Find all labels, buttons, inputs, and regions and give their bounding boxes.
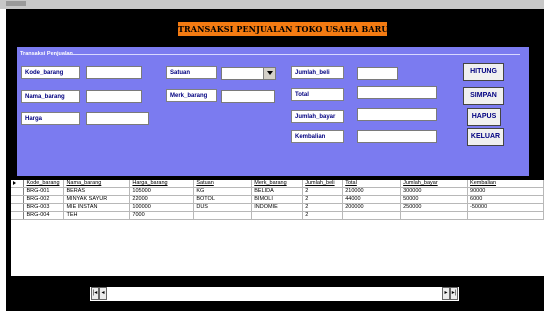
grid-header-row: Kode_barang Nama_barang Harga_barang Sat… (11, 180, 544, 188)
jumlah-beli-label: Jumlah_beli (291, 66, 344, 79)
satuan-dropdown[interactable] (221, 67, 276, 80)
previous-record-icon[interactable]: ◂ (99, 287, 107, 300)
record-selector[interactable] (11, 180, 25, 188)
harga-field[interactable] (86, 112, 149, 125)
column-header[interactable]: Merk_barang (251, 180, 304, 188)
table-cell[interactable]: MINYAK SAYUR (63, 195, 131, 204)
table-cell[interactable]: 100000 (129, 203, 195, 212)
column-header[interactable]: Total (342, 180, 402, 188)
table-cell[interactable] (251, 211, 304, 220)
column-header[interactable]: Harga_barang (129, 180, 195, 188)
kembalian-field[interactable] (357, 130, 437, 143)
table-cell[interactable]: BERAS (63, 187, 131, 196)
table-cell[interactable] (467, 211, 544, 220)
table-cell[interactable] (342, 211, 402, 220)
merk-barang-field[interactable] (221, 90, 275, 103)
table-row[interactable]: BRG-001 BERAS 105000 KG BELIDA 2 210000 … (11, 187, 544, 196)
total-field[interactable] (357, 86, 437, 99)
table-cell[interactable]: 2 (302, 203, 344, 212)
table-cell[interactable]: TEH (63, 211, 131, 220)
column-header[interactable]: Kode_barang (23, 180, 65, 188)
harga-label: Harga (21, 112, 80, 125)
satuan-label: Satuan (166, 66, 217, 79)
table-cell[interactable]: BRG-003 (23, 203, 65, 212)
table-cell[interactable]: -50000 (467, 203, 544, 212)
table-cell[interactable]: 210000 (342, 187, 402, 196)
page-title: TRANSAKSI PENJUALAN TOKO USAHA BARU (177, 21, 388, 37)
table-cell[interactable]: 90000 (467, 187, 544, 196)
table-row[interactable]: BRG-004 TEH 7000 2 (11, 211, 544, 220)
simpan-button[interactable]: SIMPAN (463, 87, 504, 105)
table-cell[interactable]: BELIDA (251, 187, 304, 196)
table-cell[interactable] (400, 211, 469, 220)
table-cell[interactable]: DUS (193, 203, 253, 212)
table-cell[interactable]: BRG-004 (23, 211, 65, 220)
table-cell[interactable]: MIE INSTAN (63, 203, 131, 212)
table-cell[interactable]: KG (193, 187, 253, 196)
table-cell[interactable] (193, 211, 253, 220)
title-strip (0, 0, 544, 9)
nama-barang-label: Nama_barang (21, 90, 80, 103)
table-cell[interactable]: 2 (302, 187, 344, 196)
column-header[interactable]: Kembalian (467, 180, 544, 188)
table-cell[interactable]: 2 (302, 195, 344, 204)
table-cell[interactable]: 22000 (129, 195, 195, 204)
table-cell[interactable]: BRG-002 (23, 195, 65, 204)
table-cell[interactable]: 250000 (400, 203, 469, 212)
table-cell[interactable]: 44000 (342, 195, 402, 204)
column-header[interactable]: Jumlah_bayar (400, 180, 469, 188)
column-header[interactable]: Jumlah_beli (302, 180, 344, 188)
chevron-down-icon[interactable] (263, 68, 275, 79)
table-cell[interactable]: 2 (302, 211, 344, 220)
jumlah-bayar-label: Jumlah_bayar (291, 110, 344, 123)
column-header[interactable]: Nama_barang (63, 180, 131, 188)
hitung-button[interactable]: HITUNG (463, 63, 504, 81)
group-border (64, 54, 520, 55)
jumlah-bayar-field[interactable] (357, 108, 437, 121)
table-cell[interactable]: 105000 (129, 187, 195, 196)
window-title-fragment (6, 1, 26, 6)
hapus-button[interactable]: HAPUS (467, 108, 501, 126)
merk-barang-label: Merk_barang (166, 89, 217, 102)
column-header[interactable]: Satuan (193, 180, 253, 188)
last-record-icon[interactable]: ▸| (450, 287, 458, 300)
grid-table: Kode_barang Nama_barang Harga_barang Sat… (11, 180, 544, 220)
table-cell[interactable]: 7000 (129, 211, 195, 220)
table-cell[interactable]: BRG-001 (23, 187, 65, 196)
keluar-button[interactable]: KELUAR (467, 128, 504, 146)
table-row[interactable]: BRG-003 MIE INSTAN 100000 DUS INDOMIE 2 … (11, 203, 544, 212)
table-cell[interactable]: 50000 (400, 195, 469, 204)
total-label: Total (291, 88, 344, 101)
record-selector[interactable] (11, 203, 25, 212)
kode-barang-field[interactable] (86, 66, 142, 79)
first-record-icon[interactable]: |◂ (91, 287, 99, 300)
record-selector[interactable] (11, 195, 25, 204)
table-cell[interactable]: 300000 (400, 187, 469, 196)
table-cell[interactable]: 6000 (467, 195, 544, 204)
record-selector[interactable] (11, 211, 25, 220)
next-record-icon[interactable]: ▸ (442, 287, 450, 300)
nama-barang-field[interactable] (86, 90, 142, 103)
table-cell[interactable]: BOTOL (193, 195, 253, 204)
kembalian-label: Kembalian (291, 130, 344, 143)
jumlah-beli-field[interactable] (357, 67, 398, 80)
record-selector[interactable] (11, 187, 25, 196)
kode-barang-label: Kode_barang (21, 66, 80, 79)
record-navigator (90, 287, 459, 301)
table-cell[interactable]: 200000 (342, 203, 402, 212)
data-grid[interactable]: Kode_barang Nama_barang Harga_barang Sat… (11, 180, 544, 276)
table-cell[interactable]: INDOMIE (251, 203, 304, 212)
current-row-caret-icon (13, 181, 16, 185)
table-cell[interactable]: BIMOLI (251, 195, 304, 204)
table-row[interactable]: BRG-002 MINYAK SAYUR 22000 BOTOL BIMOLI … (11, 195, 544, 204)
